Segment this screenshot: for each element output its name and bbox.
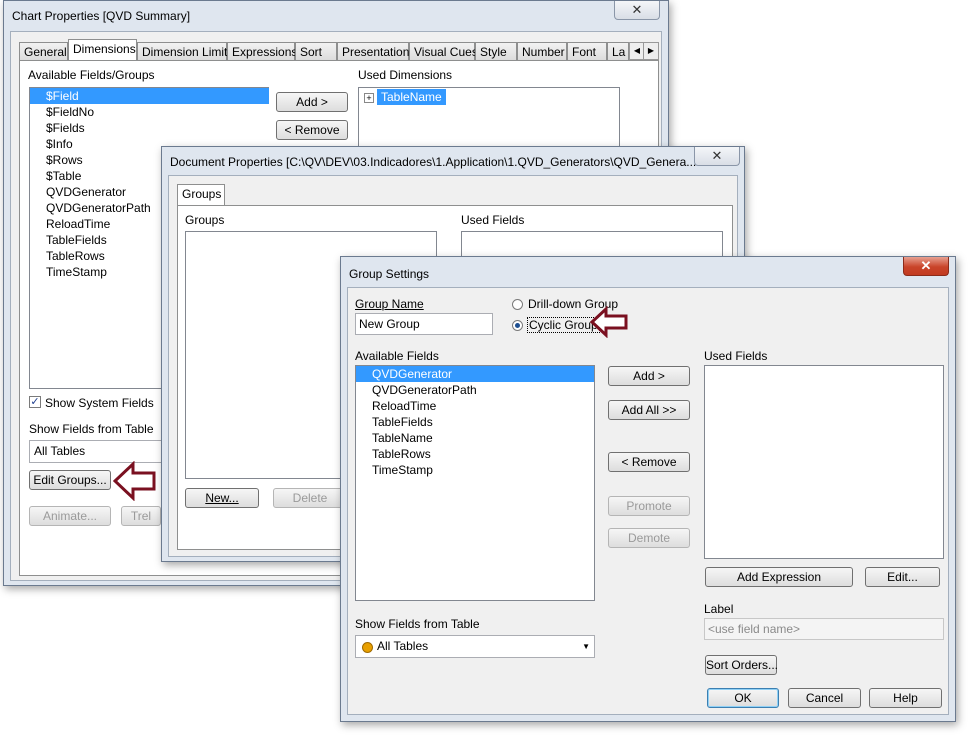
tab-general[interactable]: General [19,42,68,60]
list-item[interactable]: $FieldNo [30,104,269,120]
edit-groups-button[interactable]: Edit Groups... [29,470,111,490]
group-settings-body: Group Name New Group Drill-down Group Cy… [347,287,949,715]
group-table-select-value: All Tables [377,639,429,653]
animate-button[interactable]: Animate... [29,506,111,526]
table-select-value: All Tables [34,444,86,458]
add-all-fields-button[interactable]: Add All >> [608,400,690,420]
group-settings-window: Group Settings ✕ Group Name New Group Dr… [340,256,956,722]
new-button-label: New... [205,491,239,505]
remove-dimension-button[interactable]: < Remove [276,120,348,140]
add-field-button[interactable]: Add > [608,366,690,386]
group-name-label: Group Name [355,297,424,311]
chart-properties-title: Chart Properties [QVD Summary] [12,9,191,23]
group-name-label-text: Group Name [355,297,424,311]
show-fields-from-table-label: Show Fields from Table [29,422,154,436]
group-settings-close-icon[interactable]: ✕ [903,257,949,276]
trellis-button[interactable]: Trel [121,506,161,526]
list-item[interactable]: TableName [356,430,594,446]
used-dimensions-label: Used Dimensions [358,68,453,82]
used-dimensions-list[interactable]: + TableName [358,87,620,147]
tab-number[interactable]: Number [517,42,567,60]
group-settings-title: Group Settings [349,267,430,281]
list-item[interactable]: ReloadTime [356,398,594,414]
list-item[interactable]: $Fields [30,120,269,136]
drill-down-group-radio[interactable] [512,299,523,310]
used-fields-label: Used Fields [461,213,525,227]
annotation-arrow-left-icon [590,306,628,338]
annotation-arrow-left-icon [113,461,156,501]
dropdown-chevron-down-icon[interactable]: ▼ [582,636,590,657]
show-system-fields-label: Show System Fields [45,396,154,410]
document-properties-title: Document Properties [C:\QV\DEV\03.Indica… [170,155,697,169]
groups-label: Groups [185,213,225,227]
help-button[interactable]: Help [869,688,942,708]
promote-button[interactable]: Promote [608,496,690,516]
chart-properties-close-icon[interactable]: ✕ [614,1,660,20]
available-fields-groups-label: Available Fields/Groups [28,68,155,82]
sort-orders-button[interactable]: Sort Orders... [705,655,778,675]
list-item[interactable]: QVDGeneratorPath [356,382,594,398]
list-item[interactable]: QVDGenerator [356,366,594,382]
used-dimension-item[interactable]: TableName [377,89,446,105]
available-fields-label: Available Fields [355,349,439,363]
demote-button[interactable]: Demote [608,528,690,548]
cyclic-group-radio[interactable] [512,320,523,331]
ok-button[interactable]: OK [707,688,779,708]
show-system-fields-checkbox[interactable]: ✓ [29,396,41,408]
list-item[interactable]: TableRows [356,446,594,462]
add-expression-button[interactable]: Add Expression [705,567,853,587]
list-item[interactable]: TableFields [356,414,594,430]
remove-field-button[interactable]: < Remove [608,452,690,472]
table-select[interactable]: All Tables [29,440,169,463]
tab-dimensions[interactable]: Dimensions [68,39,137,60]
chart-tab-strip: General Dimensions Dimension Limits Expr… [19,39,659,60]
list-item[interactable]: $Field [30,88,269,104]
tab-scroll-right-icon[interactable]: ▶ [643,42,659,60]
document-properties-close-icon[interactable]: ✕ [694,147,740,166]
tab-visual-cues[interactable]: Visual Cues [409,42,478,60]
edit-expression-button[interactable]: Edit... [865,567,940,587]
tab-groups[interactable]: Groups [177,184,225,205]
delete-group-button[interactable]: Delete [273,488,347,508]
group-name-input[interactable]: New Group [355,313,493,335]
new-group-button[interactable]: New... [185,488,259,508]
expand-plus-icon[interactable]: + [364,93,374,103]
group-used-fields-list[interactable] [704,365,944,559]
cancel-button[interactable]: Cancel [788,688,861,708]
add-dimension-button[interactable]: Add > [276,92,348,112]
label-input[interactable]: <use field name> [704,618,944,640]
table-dot-icon [362,642,373,653]
tab-sort[interactable]: Sort [295,42,337,60]
tab-style[interactable]: Style [475,42,517,60]
tab-font[interactable]: Font [567,42,607,60]
group-available-fields-list[interactable]: QVDGenerator QVDGeneratorPath ReloadTime… [355,365,595,601]
tab-layout[interactable]: La [607,42,629,60]
tab-presentation[interactable]: Presentation [337,42,409,60]
group-used-fields-label: Used Fields [704,349,768,363]
cyclic-group-label[interactable]: Cyclic Group [527,317,600,333]
group-table-select[interactable]: All Tables ▼ [355,635,595,658]
tab-expressions[interactable]: Expressions [227,42,297,60]
group-show-fields-from-table-label: Show Fields from Table [355,617,480,631]
tab-dimension-limits[interactable]: Dimension Limits [137,42,233,60]
list-item[interactable]: TimeStamp [356,462,594,478]
label-field-label: Label [704,602,734,616]
